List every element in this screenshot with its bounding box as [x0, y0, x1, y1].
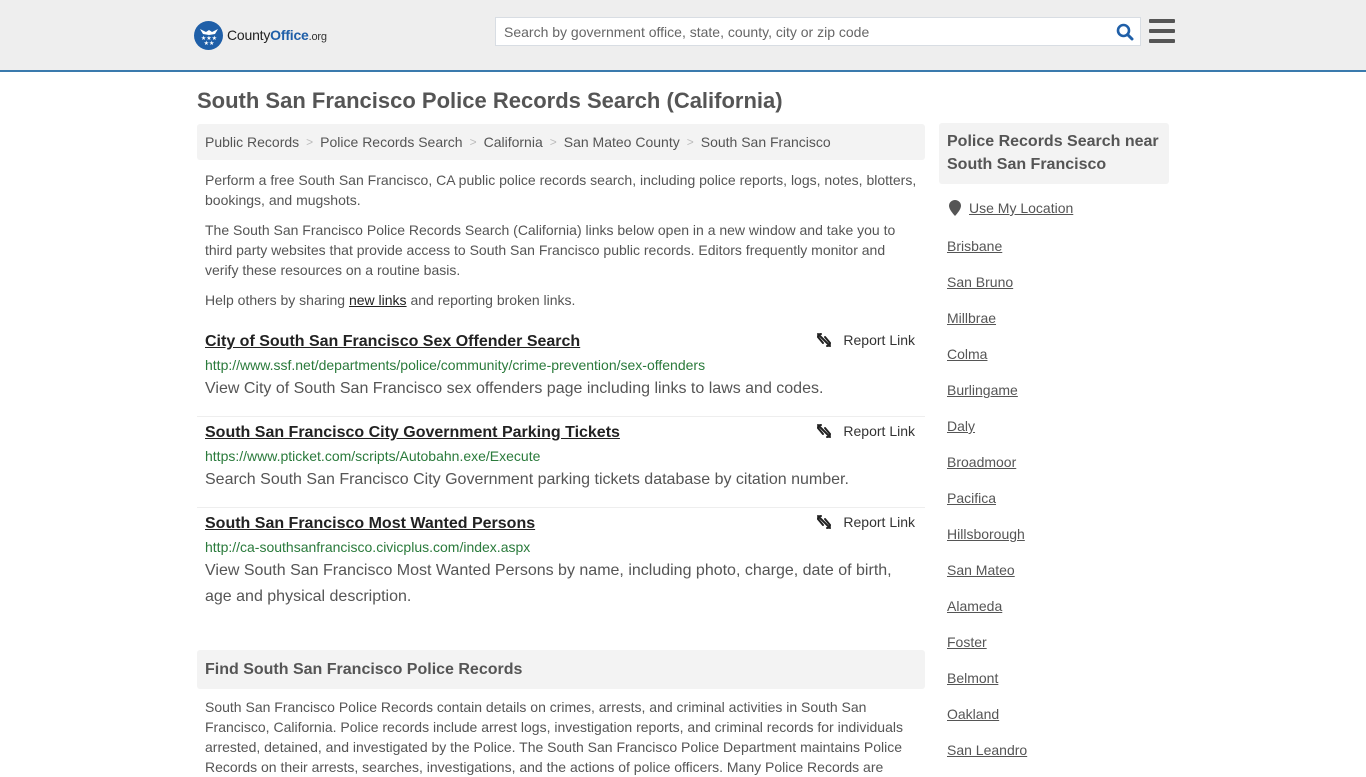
nearby-city-item: Brisbane — [947, 236, 1027, 272]
results-list: City of South San Francisco Sex Offender… — [197, 326, 925, 621]
nearby-city-item: San Leandro — [947, 740, 1027, 776]
nearby-city-link[interactable]: Pacifica — [947, 490, 996, 506]
nearby-city-item: Hillsborough — [947, 524, 1027, 560]
report-link-button[interactable]: Report Link — [816, 332, 915, 348]
search-button[interactable] — [1110, 18, 1140, 45]
breadcrumb-item-police-records-search[interactable]: Police Records Search — [320, 134, 462, 150]
breadcrumb: Public Records > Police Records Search >… — [197, 124, 925, 160]
breadcrumb-item-california[interactable]: California — [484, 134, 543, 150]
find-records-heading: Find South San Francisco Police Records — [197, 650, 925, 689]
result-item: South San Francisco City Government Park… — [197, 417, 925, 508]
nearby-city-item: Foster — [947, 632, 1027, 668]
broken-link-icon — [817, 424, 832, 438]
nearby-city-link[interactable]: Hillsborough — [947, 526, 1025, 542]
nearby-city-item: Broadmoor — [947, 452, 1027, 488]
site-header: ★★★ ★★ CountyOffice.org — [0, 0, 1366, 72]
nearby-city-link[interactable]: Foster — [947, 634, 987, 650]
nearby-city-link[interactable]: San Mateo — [947, 562, 1015, 578]
report-link-button[interactable]: Report Link — [816, 514, 915, 530]
intro-paragraph: The South San Francisco Police Records S… — [205, 222, 896, 278]
site-search — [495, 17, 1141, 46]
nearby-city-item: Belmont — [947, 668, 1027, 704]
menu-bar — [1149, 19, 1175, 23]
result-url[interactable]: http://www.ssf.net/departments/police/co… — [205, 357, 917, 373]
sidebar-heading: Police Records Search near South San Fra… — [939, 123, 1169, 184]
breadcrumb-separator: > — [469, 135, 477, 149]
result-url[interactable]: https://www.pticket.com/scripts/Autobahn… — [205, 448, 917, 464]
find-records-text: South San Francisco Police Records conta… — [205, 699, 903, 775]
nearby-city-link[interactable]: Daly — [947, 418, 975, 434]
breadcrumb-item-south-san-francisco[interactable]: South San Francisco — [701, 134, 831, 150]
result-item: City of South San Francisco Sex Offender… — [197, 326, 925, 417]
nearby-city-link[interactable]: Burlingame — [947, 382, 1018, 398]
result-description: View South San Francisco Most Wanted Per… — [205, 562, 892, 605]
nearby-city-item: Millbrae — [947, 308, 1027, 344]
nearby-city-link[interactable]: Belmont — [947, 670, 998, 686]
breadcrumb-separator: > — [306, 135, 314, 149]
nearby-city-item: San Mateo — [947, 560, 1027, 596]
share-links-paragraph: Help others by sharing new links and rep… — [205, 292, 576, 308]
search-input[interactable] — [496, 18, 1110, 45]
result-description: View City of South San Francisco sex off… — [205, 380, 824, 397]
nearby-city-link[interactable]: Colma — [947, 346, 987, 362]
nearby-city-item: Daly — [947, 416, 1027, 452]
breadcrumb-separator: > — [686, 135, 694, 149]
nearby-city-link[interactable]: Alameda — [947, 598, 1002, 614]
nearby-city-link[interactable]: Oakland — [947, 706, 999, 722]
nearby-city-link[interactable]: Broadmoor — [947, 454, 1016, 470]
use-location-link[interactable]: Use My Location — [969, 200, 1073, 216]
breadcrumb-separator: > — [549, 135, 557, 149]
report-link-button[interactable]: Report Link — [816, 423, 915, 439]
site-logo[interactable]: ★★★ ★★ CountyOffice.org — [194, 20, 327, 50]
eagle-stars-badge-icon: ★★★ ★★ — [194, 20, 223, 50]
intro-text: Perform a free South San Francisco, CA p… — [205, 170, 920, 320]
nearby-city-item: Alameda — [947, 596, 1027, 632]
use-location-button[interactable]: Use My Location — [949, 200, 1073, 216]
result-description: Search South San Francisco City Governme… — [205, 471, 849, 488]
nearby-city-item: San Bruno — [947, 272, 1027, 308]
nearby-city-item: Burlingame — [947, 380, 1027, 416]
menu-bar — [1149, 39, 1175, 43]
logo-text: CountyOffice.org — [227, 27, 327, 43]
nearby-city-link[interactable]: Millbrae — [947, 310, 996, 326]
broken-link-icon — [817, 515, 832, 529]
search-icon — [1116, 23, 1134, 40]
nearby-city-link[interactable]: Brisbane — [947, 238, 1002, 254]
intro-paragraph: Perform a free South San Francisco, CA p… — [205, 172, 917, 208]
nearby-city-link[interactable]: San Leandro — [947, 742, 1027, 758]
broken-link-icon — [817, 333, 832, 347]
result-title-link[interactable]: South San Francisco City Government Park… — [205, 424, 620, 442]
new-links-link[interactable]: new links — [349, 292, 407, 308]
svg-text:★★: ★★ — [203, 40, 214, 46]
breadcrumb-item-san-mateo-county[interactable]: San Mateo County — [564, 134, 680, 150]
nearby-city-item: Pacifica — [947, 488, 1027, 524]
nearby-city-item: Colma — [947, 344, 1027, 380]
hamburger-menu-icon[interactable] — [1149, 19, 1175, 43]
page-title: South San Francisco Police Records Searc… — [197, 88, 783, 113]
result-title-link[interactable]: South San Francisco Most Wanted Persons — [205, 515, 535, 533]
result-item: South San Francisco Most Wanted Persons … — [197, 508, 925, 621]
menu-bar — [1149, 29, 1175, 33]
result-title-link[interactable]: City of South San Francisco Sex Offender… — [205, 333, 580, 351]
nearby-city-link[interactable]: San Bruno — [947, 274, 1013, 290]
breadcrumb-item-public-records[interactable]: Public Records — [205, 134, 299, 150]
nearby-cities-list: Brisbane San Bruno Millbrae Colma Burlin… — [947, 236, 1027, 776]
result-url[interactable]: http://ca-southsanfrancisco.civicplus.co… — [205, 539, 917, 555]
nearby-city-item: Oakland — [947, 704, 1027, 740]
map-pin-icon — [949, 200, 961, 216]
